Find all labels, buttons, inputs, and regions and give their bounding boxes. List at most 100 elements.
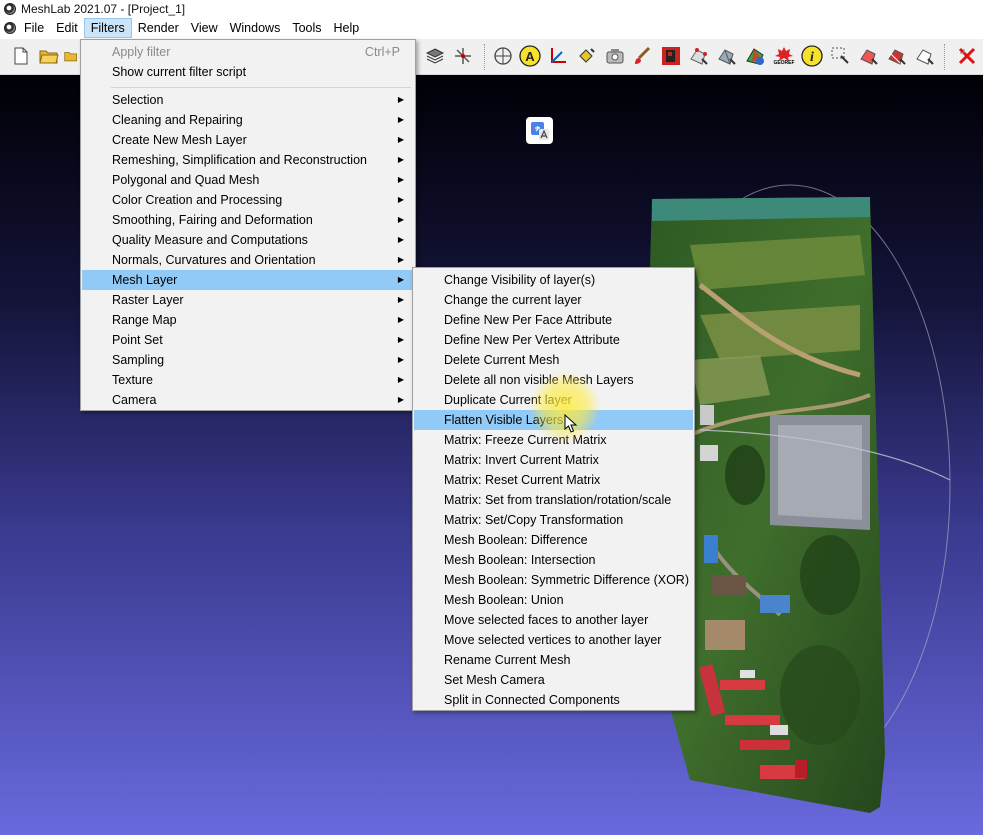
color-mesh-icon[interactable] [744, 45, 766, 67]
category-label: Create New Mesh Layer [112, 133, 247, 147]
select-polygon-icon[interactable] [886, 45, 908, 67]
category-label: Cleaning and Repairing [112, 113, 243, 127]
submenu-arrow-icon: ▶ [397, 315, 404, 324]
menu-windows[interactable]: Windows [224, 18, 287, 38]
submenu-item-copy-transformation[interactable]: Matrix: Set/Copy Transformation [414, 510, 693, 530]
meshlab-logo-icon [4, 2, 16, 15]
snapshot-icon[interactable] [604, 45, 626, 67]
menu-bar: File Edit Filters Render View Windows To… [0, 17, 983, 39]
submenu-item-set-matrix-trs[interactable]: Matrix: Set from translation/rotation/sc… [414, 490, 693, 510]
title-bar: MeshLab 2021.07 - [Project_1] [0, 0, 983, 17]
menu-category-point-set[interactable]: Point Set ▶ [82, 330, 414, 350]
axes-icon[interactable] [452, 45, 474, 67]
window-title: MeshLab 2021.07 - [Project_1] [21, 1, 186, 16]
select-connected-icon[interactable] [858, 45, 880, 67]
submenu-item-boolean-difference[interactable]: Mesh Boolean: Difference [414, 530, 693, 550]
category-label: Remeshing, Simplification and Reconstruc… [112, 153, 367, 167]
menu-filters[interactable]: Filters [83, 18, 132, 38]
menu-category-mesh-layer[interactable]: Mesh Layer ▶ [82, 270, 414, 290]
submenu-arrow-icon: ▶ [397, 355, 404, 364]
submenu-item-boolean-intersection[interactable]: Mesh Boolean: Intersection [414, 550, 693, 570]
category-label: Normals, Curvatures and Orientation [112, 253, 316, 267]
georef-icon[interactable]: GEOREF [773, 45, 795, 67]
submenu-item-move-faces[interactable]: Move selected faces to another layer [414, 610, 693, 630]
open-project-icon[interactable] [38, 45, 60, 67]
menu-category-camera[interactable]: Camera ▶ [82, 390, 414, 410]
menu-edit[interactable]: Edit [50, 18, 84, 38]
info-icon[interactable]: i [801, 45, 823, 67]
category-label: Texture [112, 373, 153, 387]
select-vertices-icon[interactable] [688, 45, 710, 67]
svg-text:i: i [810, 50, 814, 65]
submenu-item-change-visibility[interactable]: Change Visibility of layer(s) [414, 270, 693, 290]
submenu-item-split-components[interactable]: Split in Connected Components [414, 690, 693, 710]
submenu-item-boolean-xor[interactable]: Mesh Boolean: Symmetric Difference (XOR) [414, 570, 693, 590]
submenu-item-duplicate-layer[interactable]: Duplicate Current layer [414, 390, 693, 410]
submenu-item-change-current-layer[interactable]: Change the current layer [414, 290, 693, 310]
menu-category-color[interactable]: Color Creation and Processing ▶ [82, 190, 414, 210]
meshlab-menu-icon[interactable] [4, 22, 16, 34]
close-red-icon[interactable] [956, 45, 978, 67]
toolbar-separator [944, 44, 946, 70]
submenu-arrow-icon: ▶ [397, 275, 404, 284]
menu-category-range-map[interactable]: Range Map ▶ [82, 310, 414, 330]
measure-icon[interactable] [547, 45, 569, 67]
svg-text:A: A [525, 49, 535, 64]
layers-icon[interactable] [424, 45, 446, 67]
menu-category-create-layer[interactable]: Create New Mesh Layer ▶ [82, 130, 414, 150]
menu-apply-filter[interactable]: Apply filter Ctrl+P [82, 42, 414, 62]
menu-separator [111, 87, 411, 88]
category-label: Point Set [112, 333, 163, 347]
menu-category-remeshing[interactable]: Remeshing, Simplification and Reconstruc… [82, 150, 414, 170]
trackball-icon[interactable] [492, 45, 514, 67]
submenu-item-freeze-matrix[interactable]: Matrix: Freeze Current Matrix [414, 430, 693, 450]
menu-category-selection[interactable]: Selection ▶ [82, 90, 414, 110]
submenu-item-invert-matrix[interactable]: Matrix: Invert Current Matrix [414, 450, 693, 470]
paint-bucket-icon[interactable] [575, 45, 597, 67]
georef-label: GEOREF [773, 60, 795, 66]
menu-category-smoothing[interactable]: Smoothing, Fairing and Deformation ▶ [82, 210, 414, 230]
submenu-item-reset-matrix[interactable]: Matrix: Reset Current Matrix [414, 470, 693, 490]
brush-icon[interactable] [631, 45, 653, 67]
submenu-item-delete-non-visible[interactable]: Delete all non visible Mesh Layers [414, 370, 693, 390]
menu-show-filter-script[interactable]: Show current filter script [82, 62, 414, 82]
category-label: Polygonal and Quad Mesh [112, 173, 260, 187]
menu-view[interactable]: View [185, 18, 224, 38]
open-folder-icon[interactable] [64, 45, 78, 67]
submenu-item-move-vertices[interactable]: Move selected vertices to another layer [414, 630, 693, 650]
p-paint-icon[interactable] [660, 45, 682, 67]
annotation-a-icon[interactable]: A [519, 45, 541, 67]
submenu-item-face-attribute[interactable]: Define New Per Face Attribute [414, 310, 693, 330]
submenu-arrow-icon: ▶ [397, 175, 404, 184]
menu-file[interactable]: File [18, 18, 50, 38]
apply-filter-shortcut: Ctrl+P [364, 45, 400, 59]
submenu-arrow-icon: ▶ [397, 155, 404, 164]
submenu-item-rename-mesh[interactable]: Rename Current Mesh [414, 650, 693, 670]
submenu-item-flatten-visible-layers[interactable]: Flatten Visible Layers [414, 410, 693, 430]
select-region-icon[interactable] [829, 45, 851, 67]
menu-category-normals[interactable]: Normals, Curvatures and Orientation ▶ [82, 250, 414, 270]
submenu-arrow-icon: ▶ [397, 195, 404, 204]
menu-render[interactable]: Render [132, 18, 185, 38]
category-label: Color Creation and Processing [112, 193, 283, 207]
submenu-arrow-icon: ▶ [397, 95, 404, 104]
mouse-cursor-icon [564, 414, 578, 433]
submenu-item-boolean-union[interactable]: Mesh Boolean: Union [414, 590, 693, 610]
submenu-item-set-mesh-camera[interactable]: Set Mesh Camera [414, 670, 693, 690]
menu-tools[interactable]: Tools [286, 18, 327, 38]
submenu-item-vertex-attribute[interactable]: Define New Per Vertex Attribute [414, 330, 693, 350]
select-faces-icon[interactable] [716, 45, 738, 67]
menu-help[interactable]: Help [328, 18, 366, 38]
translate-icon[interactable] [526, 117, 553, 144]
select-lasso-icon[interactable] [914, 45, 936, 67]
menu-category-cleaning[interactable]: Cleaning and Repairing ▶ [82, 110, 414, 130]
toolbar-separator [484, 44, 486, 70]
submenu-item-delete-current-mesh[interactable]: Delete Current Mesh [414, 350, 693, 370]
new-project-icon[interactable] [10, 45, 32, 67]
menu-category-raster-layer[interactable]: Raster Layer ▶ [82, 290, 414, 310]
menu-category-polygonal[interactable]: Polygonal and Quad Mesh ▶ [82, 170, 414, 190]
menu-category-quality[interactable]: Quality Measure and Computations ▶ [82, 230, 414, 250]
menu-category-texture[interactable]: Texture ▶ [82, 370, 414, 390]
filters-dropdown: Apply filter Ctrl+P Show current filter … [80, 39, 416, 411]
menu-category-sampling[interactable]: Sampling ▶ [82, 350, 414, 370]
